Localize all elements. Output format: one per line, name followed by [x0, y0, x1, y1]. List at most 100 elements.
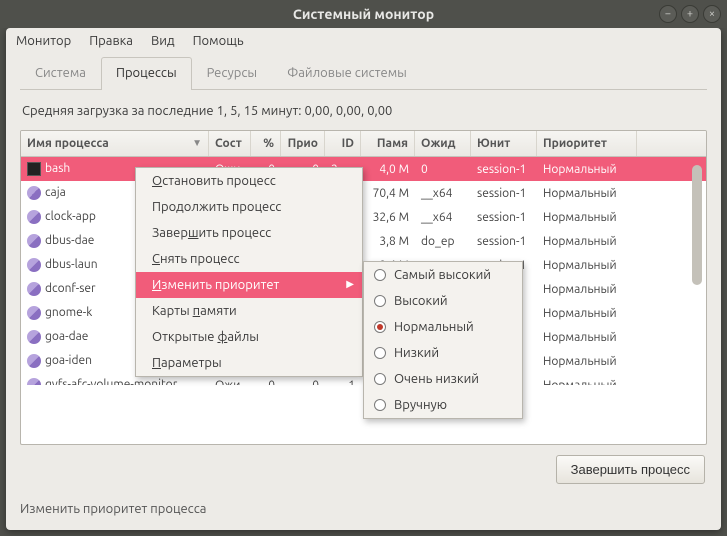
tab-filesystems[interactable]: Файловые системы	[272, 57, 422, 90]
menu-help[interactable]: Помощь	[193, 34, 244, 48]
cell: session-1	[471, 211, 537, 224]
button-row: Завершить процесс	[20, 455, 705, 484]
tab-processes[interactable]: Процессы	[101, 57, 192, 90]
priority-label: Нормальный	[394, 320, 474, 334]
col-mem[interactable]: Памя	[361, 131, 415, 156]
cell: 70,4 М	[361, 187, 415, 200]
tab-system[interactable]: Система	[20, 57, 101, 90]
priority-option[interactable]: Низкий	[364, 340, 522, 366]
cell: Нормальный	[537, 259, 637, 272]
cell: session-1	[471, 163, 537, 176]
minimize-button[interactable]: −	[659, 5, 677, 23]
priority-label: Вручную	[394, 398, 447, 412]
col-unit[interactable]: Юнит	[471, 131, 537, 156]
window-body: Монитор Правка Вид Помощь Система Процес…	[6, 28, 721, 530]
priority-label: Низкий	[394, 346, 439, 360]
cell: Нормальный	[537, 307, 637, 320]
priority-option[interactable]: Нормальный	[364, 314, 522, 340]
radio-icon	[374, 399, 386, 411]
status-bar: Изменить приоритет процесса	[6, 494, 721, 530]
radio-icon	[374, 373, 386, 385]
table-row[interactable]: caja52170,4 М__x64session-1Нормальный	[21, 181, 706, 205]
context-menu: Остановить процессПродолжить процессЗаве…	[135, 167, 363, 377]
col-wait[interactable]: Ожид	[415, 131, 471, 156]
table-row[interactable]: clock-app92432,6 М__x64session-1Нормальн…	[21, 205, 706, 229]
col-pct[interactable]: %	[251, 131, 281, 156]
cell: gvfs-afc-volume-monitor	[21, 378, 209, 385]
process-table: Имя процесса▼ Сост % Прио ID Памя Ожид Ю…	[20, 130, 707, 445]
scrollbar[interactable]	[692, 165, 702, 285]
table-header: Имя процесса▼ Сост % Прио ID Памя Ожид Ю…	[21, 131, 706, 157]
context-menu-item[interactable]: Продолжить процесс	[136, 194, 362, 220]
cell: do_ep	[415, 235, 471, 248]
radio-icon	[374, 269, 386, 281]
priority-label: Самый высокий	[394, 268, 491, 282]
context-menu-item[interactable]: Завершить процесс	[136, 220, 362, 246]
gear-icon	[24, 258, 44, 272]
cell: Нормальный	[537, 187, 637, 200]
terminal-icon	[27, 162, 41, 176]
gear-icon	[24, 306, 44, 320]
col-state[interactable]: Сост	[209, 131, 251, 156]
window-controls: − + ×	[659, 5, 721, 23]
load-average-text: Средняя загрузка за последние 1, 5, 15 м…	[22, 104, 705, 118]
priority-option[interactable]: Вручную	[364, 392, 522, 418]
cell: session-1	[471, 187, 537, 200]
content-area: Система Процессы Ресурсы Файловые систем…	[6, 54, 721, 494]
table-row[interactable]: bashОжи0020724,0 М0session-1Нормальный	[21, 157, 706, 181]
cell: Нормальный	[537, 355, 637, 368]
col-pri[interactable]: Прио	[281, 131, 325, 156]
cell: 0	[415, 163, 471, 176]
tab-bar: Система Процессы Ресурсы Файловые систем…	[20, 56, 707, 90]
cell: Нормальный	[537, 211, 637, 224]
menu-monitor[interactable]: Монитор	[16, 34, 71, 48]
cell: 0	[281, 379, 325, 386]
cell: __x64	[415, 211, 471, 224]
priority-submenu: Самый высокий Высокий Нормальный Низкий Очен…	[363, 261, 523, 419]
window-title: Системный монитор	[0, 6, 727, 22]
table-row[interactable]: dbus-dae2893,8 Мdo_epsession-1Нормальный	[21, 229, 706, 253]
menu-edit[interactable]: Правка	[89, 34, 133, 48]
context-menu-item[interactable]: Изменить приоритет▶	[136, 272, 362, 298]
priority-option[interactable]: Самый высокий	[364, 262, 522, 288]
cell: 32,6 М	[361, 211, 415, 224]
cell: Ожи	[209, 379, 251, 386]
context-menu-item[interactable]: Карты памяти	[136, 298, 362, 324]
gear-icon	[24, 210, 44, 224]
cell: 3,8 М	[361, 235, 415, 248]
cell: 4,0 М	[361, 163, 415, 176]
cell: Нормальный	[537, 235, 637, 248]
gear-icon	[24, 330, 44, 344]
gear-icon	[24, 282, 44, 296]
gear-icon	[24, 354, 44, 368]
radio-icon	[374, 347, 386, 359]
titlebar: Системный монитор − + ×	[0, 0, 727, 28]
radio-icon	[374, 295, 386, 307]
tab-resources[interactable]: Ресурсы	[192, 57, 272, 90]
menu-view[interactable]: Вид	[151, 34, 175, 48]
priority-option[interactable]: Высокий	[364, 288, 522, 314]
end-process-button[interactable]: Завершить процесс	[556, 455, 705, 484]
col-id[interactable]: ID	[325, 131, 361, 156]
col-prio[interactable]: Приоритет	[537, 131, 637, 156]
cell: Нормальный	[537, 283, 637, 296]
cell: 0	[251, 379, 281, 386]
context-menu-item[interactable]: Параметры	[136, 350, 362, 376]
priority-label: Высокий	[394, 294, 448, 308]
cell: __x64	[415, 187, 471, 200]
cell: 1	[325, 379, 361, 386]
cell: Нормальный	[537, 163, 637, 176]
context-menu-item[interactable]: Снять процесс	[136, 246, 362, 272]
col-name[interactable]: Имя процесса▼	[21, 131, 209, 156]
gear-icon	[24, 234, 44, 248]
submenu-arrow-icon: ▶	[346, 278, 354, 290]
close-button[interactable]: ×	[703, 5, 721, 23]
cell: session-1	[471, 235, 537, 248]
context-menu-item[interactable]: Остановить процесс	[136, 168, 362, 194]
context-menu-item[interactable]: Открытые файлы	[136, 324, 362, 350]
gear-icon	[24, 186, 44, 200]
cell: Нормальный	[537, 331, 637, 344]
sort-indicator-icon: ▼	[192, 137, 202, 149]
maximize-button[interactable]: +	[681, 5, 699, 23]
priority-option[interactable]: Очень низкий	[364, 366, 522, 392]
